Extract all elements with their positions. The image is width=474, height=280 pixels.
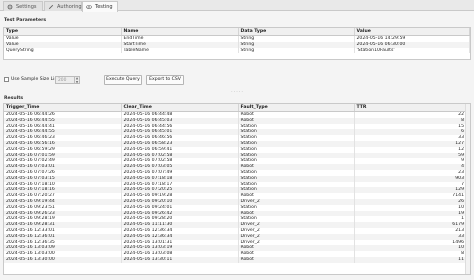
table-cell: 2024-05-16 13:30:00 [4,256,122,263]
results-title: Results [4,96,24,101]
sample-size-value: 200 [58,78,67,83]
results-col-clear-time[interactable]: Clear_Time [121,104,239,112]
results-col-fault-type[interactable]: Fault_Type [238,104,355,112]
params-title: Test Parameters [4,18,47,23]
params-table: Type Name Data Type Value Value EndTime St… [3,27,471,60]
execute-query-button[interactable]: Execute Query [104,75,142,85]
params-col-value[interactable]: Value [354,28,470,36]
gear-icon [7,4,13,10]
export-csv-button[interactable]: Export to CSV [146,75,184,85]
table-cell: Robot [238,256,355,263]
spinner-down-icon[interactable]: ▼ [74,80,79,84]
params-col-type[interactable]: Type [4,28,122,36]
table-cell: 11 [354,256,467,263]
table-row[interactable]: QueryString TableName String 'Station10Faul… [4,47,470,54]
results-col-trigger-time[interactable]: Trigger_Time [4,104,122,112]
tab-testing[interactable]: Testing [82,1,118,12]
split-handle[interactable]: · · · · · [0,90,474,94]
table-row[interactable]: 2024-05-16 13:30:00 2024-05-16 13:30:11 Ro… [4,256,467,263]
table-cell: 2024-05-16 13:30:11 [121,256,239,263]
query-controls: Use Sample Size Limit 200 ▲ ▼ Execute Qu… [0,72,474,88]
eye-icon [86,4,92,10]
results-scrollbar[interactable] [465,104,470,274]
results-table: Trigger_Time Clear_Time Fault_Type TTR 2… [3,103,471,275]
table-cell: String [238,47,355,54]
tab-authoring[interactable]: Authoring [44,1,82,11]
sample-size-checkbox[interactable] [4,77,9,82]
tab-settings[interactable]: Settings [3,1,43,11]
table-cell: 'Station10Faults' [354,47,470,54]
tab-label: Testing [95,4,113,10]
results-col-ttr[interactable]: TTR [354,104,467,112]
sample-size-spinner[interactable]: 200 ▲ ▼ [55,76,80,84]
params-col-name[interactable]: Name [121,28,239,36]
tab-label: Settings [16,3,37,10]
table-cell: TableName [121,47,239,54]
tab-bar: Settings Authoring Testing [0,0,474,12]
pencil-icon [48,4,54,10]
table-cell: QueryString [4,47,122,54]
params-col-datatype[interactable]: Data Type [238,28,355,36]
tab-label: Authoring [57,3,82,10]
